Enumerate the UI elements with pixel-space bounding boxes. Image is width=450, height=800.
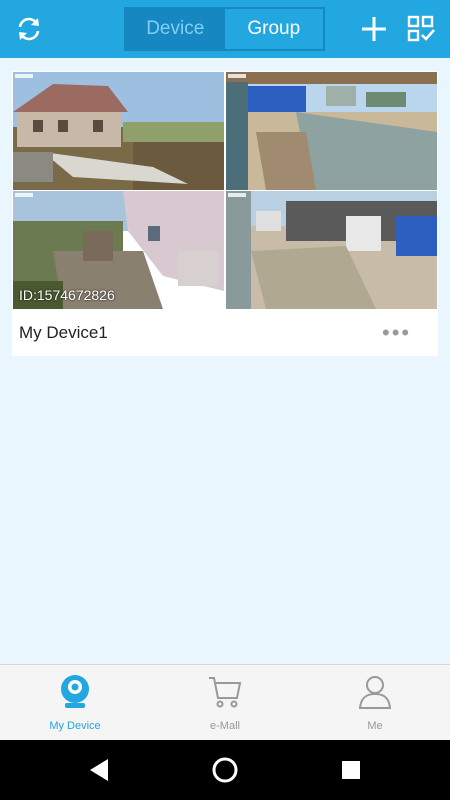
recents-icon[interactable] — [336, 755, 366, 785]
add-icon[interactable] — [360, 15, 388, 43]
camera-view-2[interactable] — [226, 72, 437, 190]
nav-me[interactable]: Me — [300, 665, 450, 741]
camera-view-4[interactable] — [226, 191, 437, 309]
top-bar: Device Group — [0, 0, 450, 58]
device-name: My Device1 — [19, 323, 108, 342]
bottom-nav: My Device e-Mall Me — [0, 664, 450, 740]
cart-icon — [207, 673, 243, 709]
person-icon — [357, 673, 393, 709]
device-group-switch: Device Group — [124, 7, 325, 51]
refresh-icon[interactable] — [14, 14, 44, 44]
tab-device[interactable]: Device — [126, 9, 225, 49]
tab-group[interactable]: Group — [224, 9, 323, 49]
device-id-label: ID:1574672826 — [19, 287, 115, 303]
home-icon[interactable] — [210, 755, 240, 785]
more-options-icon[interactable]: ••• — [382, 322, 422, 345]
select-icon[interactable] — [406, 14, 436, 44]
camera-view-3[interactable]: ID:1574672826 — [13, 191, 224, 309]
system-nav-bar — [0, 740, 450, 800]
nav-label-my-device: My Device — [49, 720, 101, 732]
back-icon[interactable] — [84, 755, 114, 785]
nav-e-mall[interactable]: e-Mall — [150, 665, 300, 741]
camera-grid[interactable]: ID:1574672826 — [12, 71, 438, 311]
nav-label-e-mall: e-Mall — [210, 720, 240, 732]
nav-label-me: Me — [367, 720, 383, 732]
camera-icon — [57, 673, 93, 709]
device-card[interactable]: ID:1574672826 My Device1 ••• — [12, 71, 438, 356]
camera-view-1[interactable] — [13, 72, 224, 190]
nav-my-device[interactable]: My Device — [0, 665, 150, 741]
